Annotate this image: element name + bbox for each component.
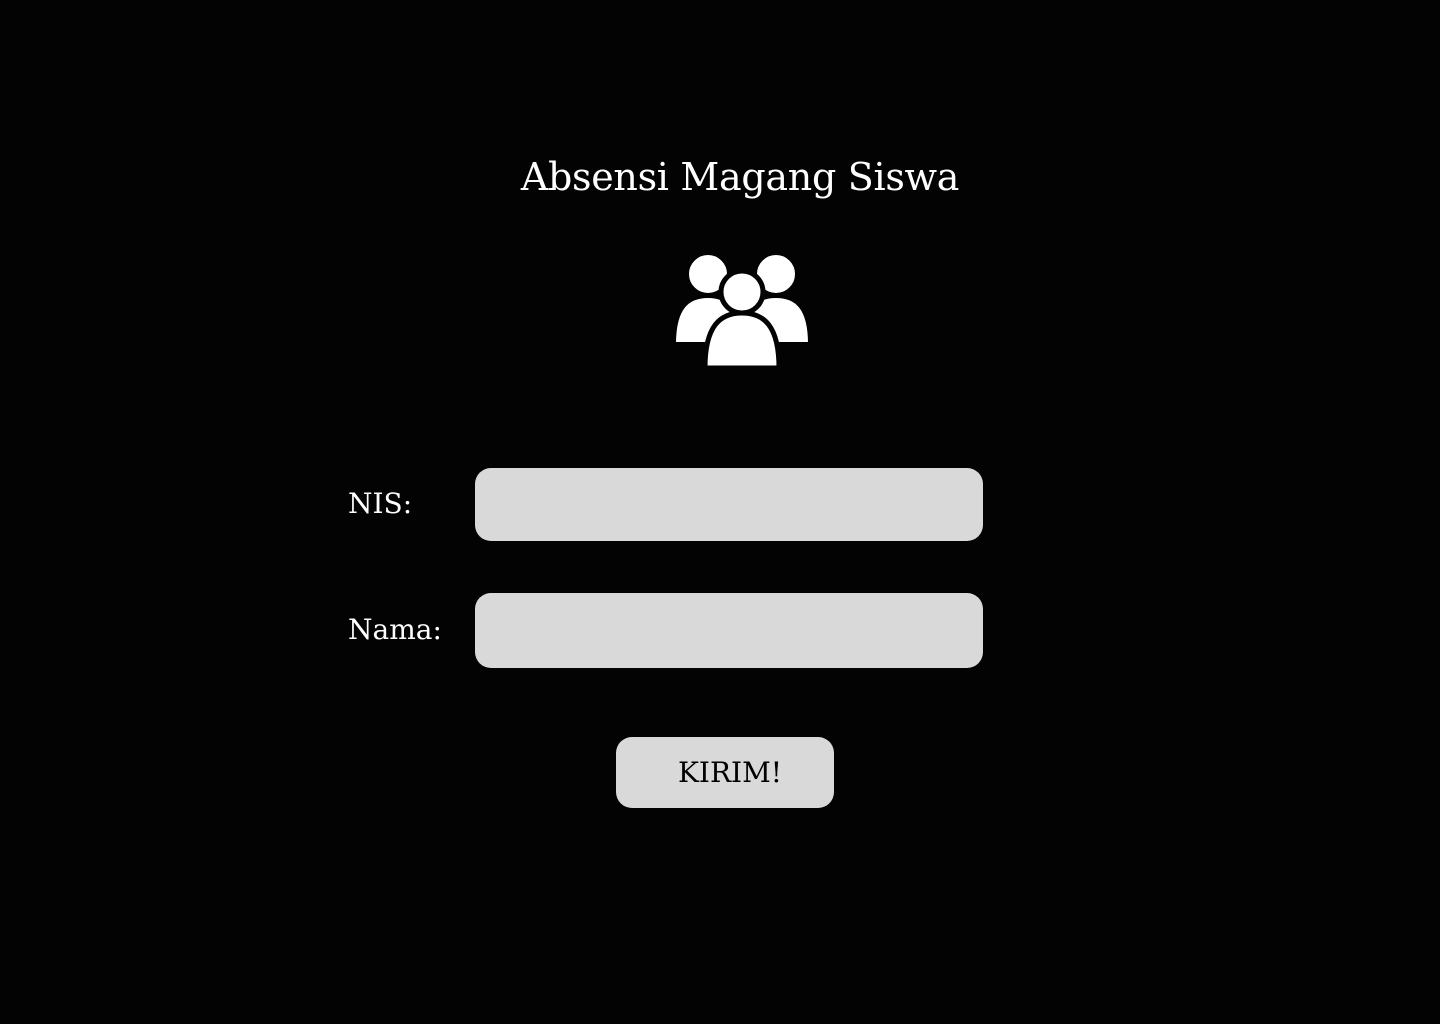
nis-input[interactable] bbox=[475, 468, 983, 541]
page-title: Absensi Magang Siswa bbox=[520, 155, 960, 199]
nama-input[interactable] bbox=[475, 593, 983, 668]
people-group-icon bbox=[672, 252, 812, 370]
nis-label: NIS: bbox=[348, 487, 413, 520]
nama-label: Nama: bbox=[348, 613, 442, 646]
submit-button[interactable]: KIRIM! bbox=[616, 737, 834, 808]
